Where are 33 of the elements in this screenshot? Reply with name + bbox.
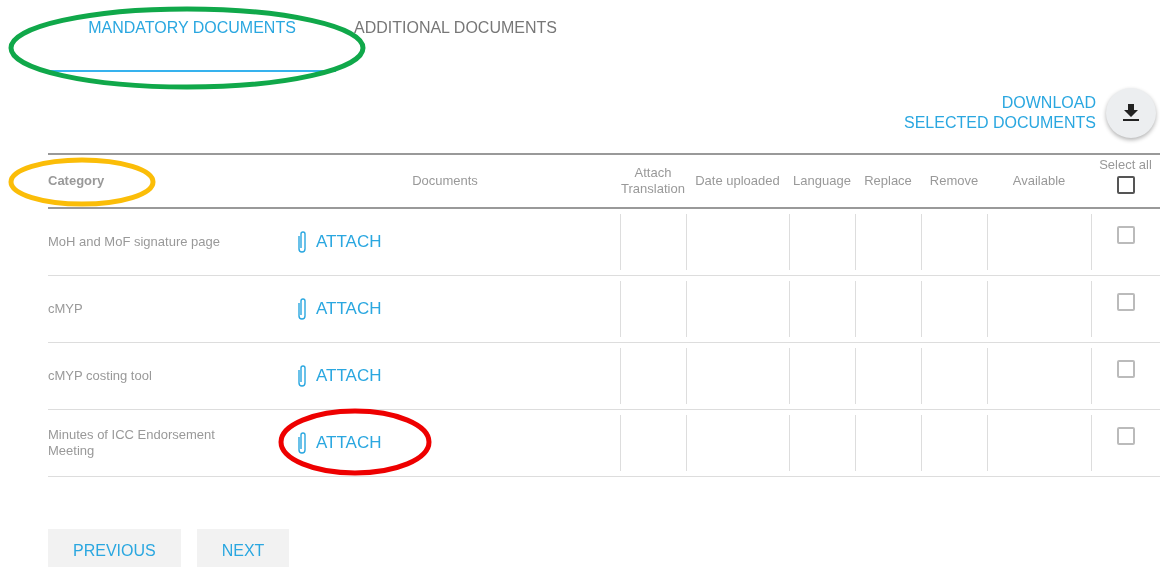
- row-checkbox[interactable]: [1117, 226, 1135, 244]
- nav-button[interactable]: NEXT: [196, 529, 290, 567]
- column-header: Category: [48, 173, 105, 189]
- paperclip-icon: [296, 364, 308, 388]
- nav-button[interactable]: PREVIOUS: [48, 529, 181, 567]
- attach-link[interactable]: ATTACH: [296, 431, 382, 455]
- column-header: Language: [793, 173, 851, 189]
- column-header: Date uploaded: [695, 173, 780, 189]
- attach-link[interactable]: ATTACH: [296, 297, 382, 321]
- download-icon: [1123, 103, 1139, 122]
- column-header: Documents: [412, 173, 478, 189]
- attach-link[interactable]: ATTACH: [296, 230, 382, 254]
- paperclip-icon: [296, 431, 308, 455]
- category-text: cMYP: [48, 301, 84, 317]
- column-header: Remove: [929, 173, 979, 189]
- row-checkbox[interactable]: [1117, 293, 1135, 311]
- row-checkbox[interactable]: [1117, 427, 1135, 445]
- category-text: MoH and MoF signature page: [48, 234, 221, 250]
- paperclip-icon: [296, 230, 308, 254]
- paperclip-icon: [296, 297, 308, 321]
- tab[interactable]: ADDITIONAL DOCUMENTS: [336, 0, 557, 72]
- tab[interactable]: MANDATORY DOCUMENTS: [48, 0, 336, 72]
- column-header: Replace: [864, 173, 912, 189]
- download-button[interactable]: [1106, 87, 1156, 138]
- category-text: cMYP costing tool: [48, 368, 153, 384]
- row-checkbox[interactable]: [1117, 360, 1135, 378]
- download-link[interactable]: DOWNLOAD SELECTED DOCUMENTS: [903, 92, 1096, 133]
- column-header: Select all: [1099, 157, 1152, 172]
- column-header: Available: [1012, 173, 1066, 189]
- attach-link[interactable]: ATTACH: [296, 364, 382, 388]
- category-text: Minutes of ICC Endorsement Meeting: [48, 427, 216, 459]
- select-all-checkbox[interactable]: [1116, 176, 1135, 194]
- column-header: Attach Translation: [620, 165, 686, 197]
